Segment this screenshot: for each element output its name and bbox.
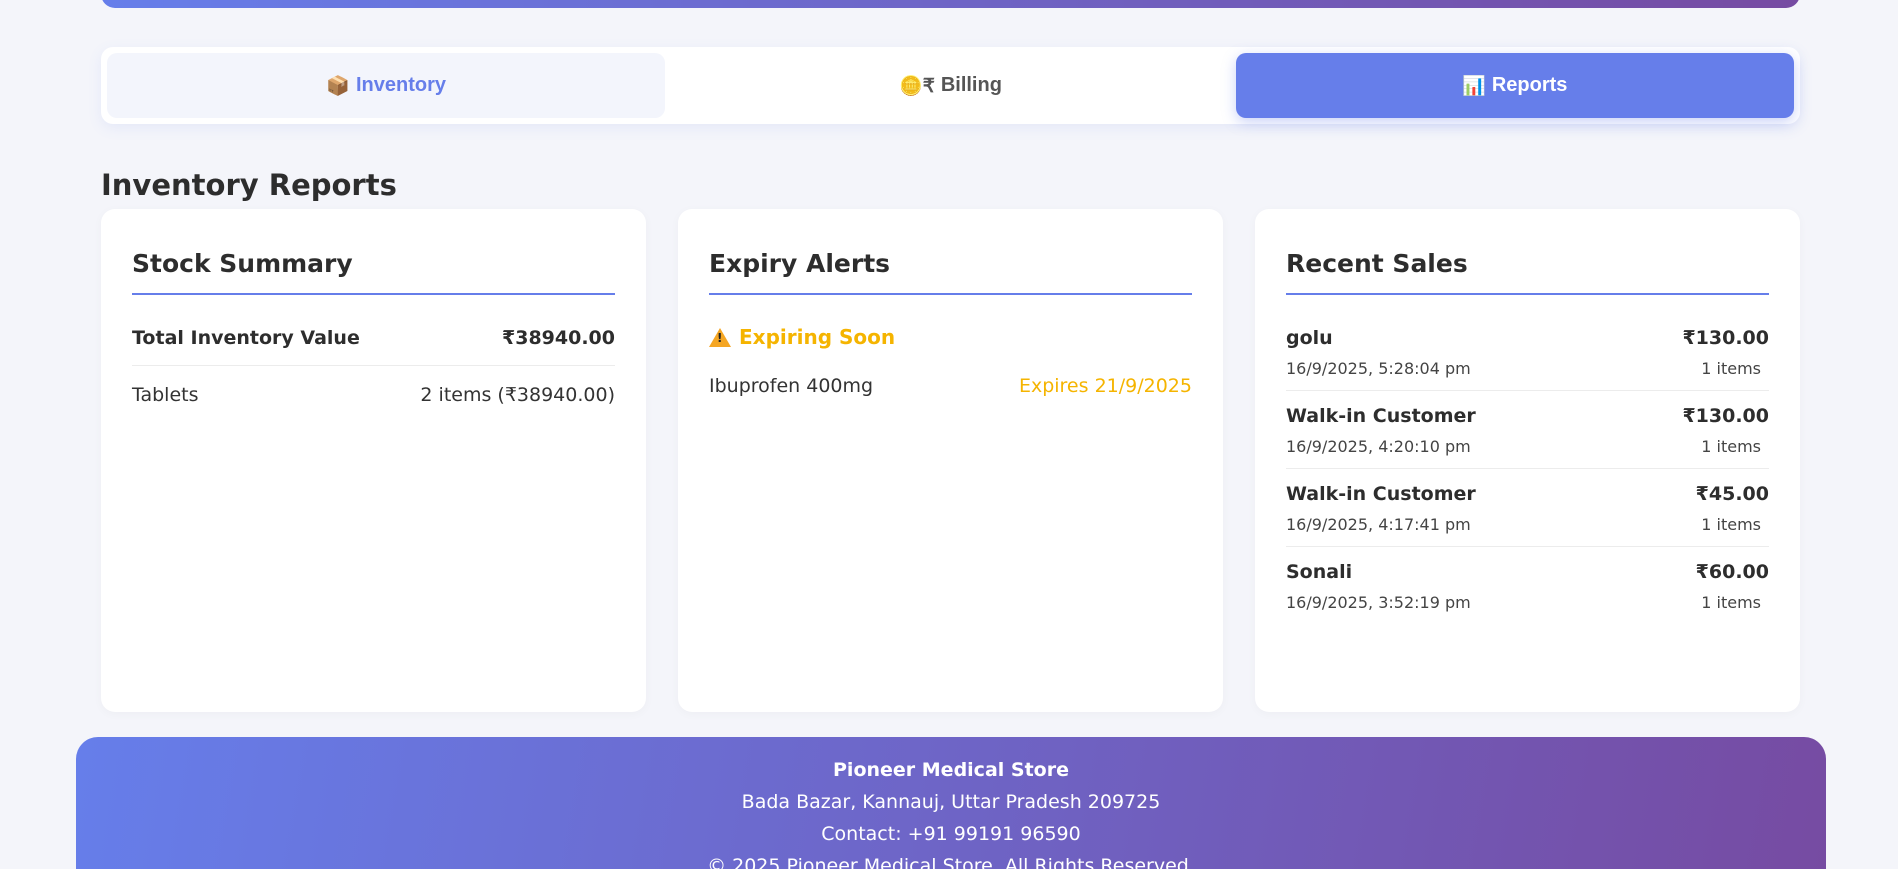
- sale-amount: ₹130.00: [1682, 327, 1769, 349]
- sale-datetime: 16/9/2025, 5:28:04 pm: [1286, 359, 1471, 378]
- sale-datetime: 16/9/2025, 3:52:19 pm: [1286, 593, 1471, 612]
- expiry-alerts-title: Expiry Alerts: [709, 209, 1192, 295]
- sale-amount: ₹130.00: [1682, 405, 1769, 427]
- category-value: 2 items (₹38940.00): [420, 384, 615, 406]
- expiry-item-date: Expires 21/9/2025: [1018, 375, 1192, 397]
- recent-sales-title: Recent Sales: [1286, 209, 1769, 295]
- recent-sales-card: Recent Sales golu ₹130.00 16/9/2025, 5:2…: [1255, 209, 1800, 712]
- expiring-soon-label: Expiring Soon: [739, 325, 896, 349]
- sale-item: Walk-in Customer ₹45.00 16/9/2025, 4:17:…: [1286, 469, 1769, 547]
- sale-customer: Sonali: [1286, 561, 1353, 583]
- total-inventory-row: Total Inventory Value ₹38940.00: [132, 327, 615, 366]
- sale-datetime: 16/9/2025, 4:20:10 pm: [1286, 437, 1471, 456]
- sale-customer: Walk-in Customer: [1286, 405, 1476, 427]
- bar-chart-icon: 📊: [1462, 75, 1486, 97]
- sale-customer: Walk-in Customer: [1286, 483, 1476, 505]
- sale-items-count: 1 items: [1701, 359, 1761, 378]
- sale-amount: ₹45.00: [1695, 483, 1769, 505]
- sale-datetime: 16/9/2025, 4:17:41 pm: [1286, 515, 1471, 534]
- stock-summary-card: Stock Summary Total Inventory Value ₹389…: [101, 209, 646, 712]
- tab-reports[interactable]: 📊 Reports: [1235, 53, 1794, 118]
- coin-rupee-icon: 🪙₹: [899, 75, 935, 97]
- sale-item: Walk-in Customer ₹130.00 16/9/2025, 4:20…: [1286, 391, 1769, 469]
- tab-inventory-label: Inventory: [355, 74, 447, 96]
- expiry-item-name: Ibuprofen 400mg: [709, 375, 874, 397]
- warning-icon: [709, 327, 731, 347]
- category-name: Tablets: [132, 384, 199, 406]
- sale-items-count: 1 items: [1701, 515, 1761, 534]
- sale-items-count: 1 items: [1701, 437, 1761, 456]
- header-bottom-edge: [101, 0, 1800, 8]
- tab-reports-label: Reports: [1491, 74, 1568, 96]
- sale-item: golu ₹130.00 16/9/2025, 5:28:04 pm 1 ite…: [1286, 325, 1769, 391]
- footer-copyright: © 2025 Pioneer Medical Store. All Rights…: [707, 855, 1195, 869]
- stock-summary-title: Stock Summary: [132, 209, 615, 295]
- page-title: Inventory Reports: [101, 168, 397, 202]
- sale-customer: golu: [1286, 327, 1333, 349]
- sale-item: Sonali ₹60.00 16/9/2025, 3:52:19 pm 1 it…: [1286, 547, 1769, 624]
- tab-billing[interactable]: 🪙₹ Billing: [671, 53, 1229, 118]
- expiry-alerts-card: Expiry Alerts Expiring Soon Ibuprofen 40…: [678, 209, 1223, 712]
- expiry-item: Ibuprofen 400mg Expires 21/9/2025: [709, 375, 1192, 397]
- tab-billing-label: Billing: [940, 74, 1002, 96]
- package-icon: 📦: [326, 75, 350, 97]
- expiring-soon-heading: Expiring Soon: [709, 325, 1192, 349]
- recent-sales-list: golu ₹130.00 16/9/2025, 5:28:04 pm 1 ite…: [1286, 325, 1769, 624]
- tab-inventory[interactable]: 📦 Inventory: [107, 53, 666, 118]
- sale-items-count: 1 items: [1701, 593, 1761, 612]
- footer: Pioneer Medical Store Bada Bazar, Kannau…: [76, 737, 1826, 869]
- total-inventory-label: Total Inventory Value: [132, 327, 360, 349]
- total-inventory-value: ₹38940.00: [502, 327, 615, 349]
- footer-contact: Contact: +91 99191 96590: [821, 823, 1081, 845]
- footer-store-name: Pioneer Medical Store: [833, 759, 1069, 781]
- main-tabs: 📦 Inventory 🪙₹ Billing 📊 Reports: [101, 47, 1800, 124]
- category-row: Tablets 2 items (₹38940.00): [132, 366, 615, 406]
- sale-amount: ₹60.00: [1695, 561, 1769, 583]
- footer-address: Bada Bazar, Kannauj, Uttar Pradesh 20972…: [741, 791, 1161, 813]
